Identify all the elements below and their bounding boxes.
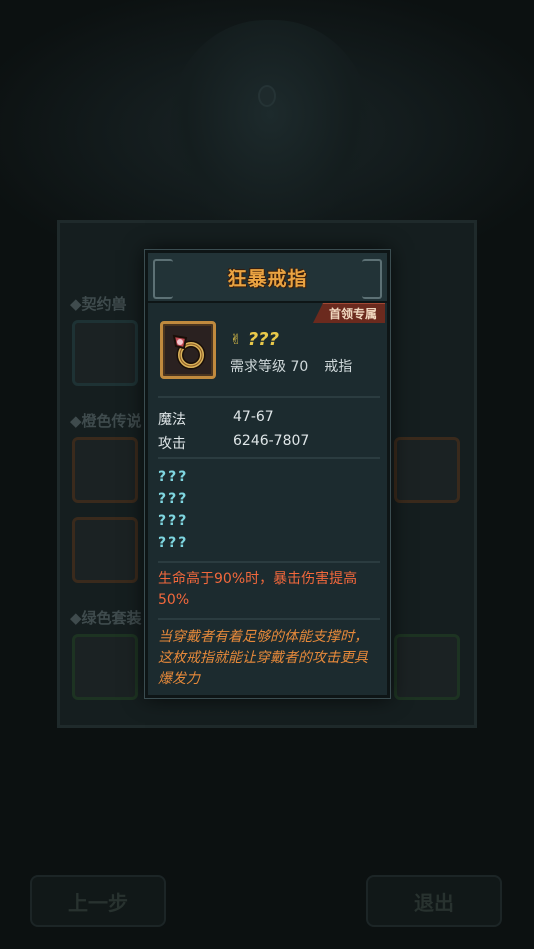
- item-type: 戒指: [324, 359, 353, 375]
- orange-slot-1[interactable]: [72, 437, 138, 503]
- boss-mask-art: [170, 20, 370, 230]
- orange-slot-2[interactable]: [72, 517, 138, 583]
- stat-label: 攻击: [158, 436, 186, 452]
- stat-value: 47-67: [233, 409, 274, 425]
- divider: [158, 618, 380, 620]
- stat-label: 魔法: [158, 412, 186, 428]
- section-orange-legend: ◆橙色传说: [70, 412, 142, 430]
- item-requirements: 需求等级 70 戒指: [230, 356, 352, 376]
- stat-row-magic: 魔法 47-67: [158, 409, 274, 429]
- ring-icon: [160, 321, 216, 379]
- required-level: 需求等级 70: [230, 359, 309, 375]
- special-effect-text: 生命高于90%时，暴击伤害提高50%: [158, 571, 358, 608]
- footprint-icon: ✌: [230, 331, 242, 348]
- green-slot-2[interactable]: [394, 634, 460, 700]
- boss-exclusive-badge: 首领专属: [312, 303, 385, 323]
- contract-beast-slot[interactable]: [72, 320, 138, 386]
- background-art: [0, 0, 534, 240]
- hidden-stat: ???: [158, 513, 189, 529]
- flavor-text: 当穿戴者有着足够的体能支撑时，这枚戒指就能让穿戴者的攻击更具爆发力: [158, 629, 368, 687]
- tooltip-header: 狂暴戒指: [148, 253, 387, 303]
- hidden-stat: ???: [158, 535, 189, 551]
- orange-slot-3[interactable]: [394, 437, 460, 503]
- prev-button[interactable]: 上一步: [30, 875, 166, 927]
- item-name-row: ✌ ???: [230, 329, 279, 350]
- item-title: 狂暴戒指: [227, 267, 308, 290]
- hidden-stat: ???: [158, 469, 189, 485]
- green-slot-1[interactable]: [72, 634, 138, 700]
- item-tooltip: 狂暴戒指 首领专属 ✌ ??? 需求等级 70 戒指 魔法 47-67 攻击 6…: [145, 250, 390, 698]
- section-green-set: ◆绿色套装: [70, 609, 142, 627]
- exit-button[interactable]: 退出: [366, 875, 502, 927]
- section-contract-beast: ◆契约兽: [70, 295, 127, 313]
- hidden-stat: ???: [158, 491, 189, 507]
- divider: [158, 457, 380, 459]
- stat-value: 6246-7807: [233, 433, 310, 449]
- divider: [158, 561, 380, 563]
- stat-row-attack: 攻击 6246-7807: [158, 433, 309, 453]
- mask-gem: [258, 85, 276, 107]
- item-name: ???: [247, 329, 280, 350]
- divider: [158, 396, 380, 398]
